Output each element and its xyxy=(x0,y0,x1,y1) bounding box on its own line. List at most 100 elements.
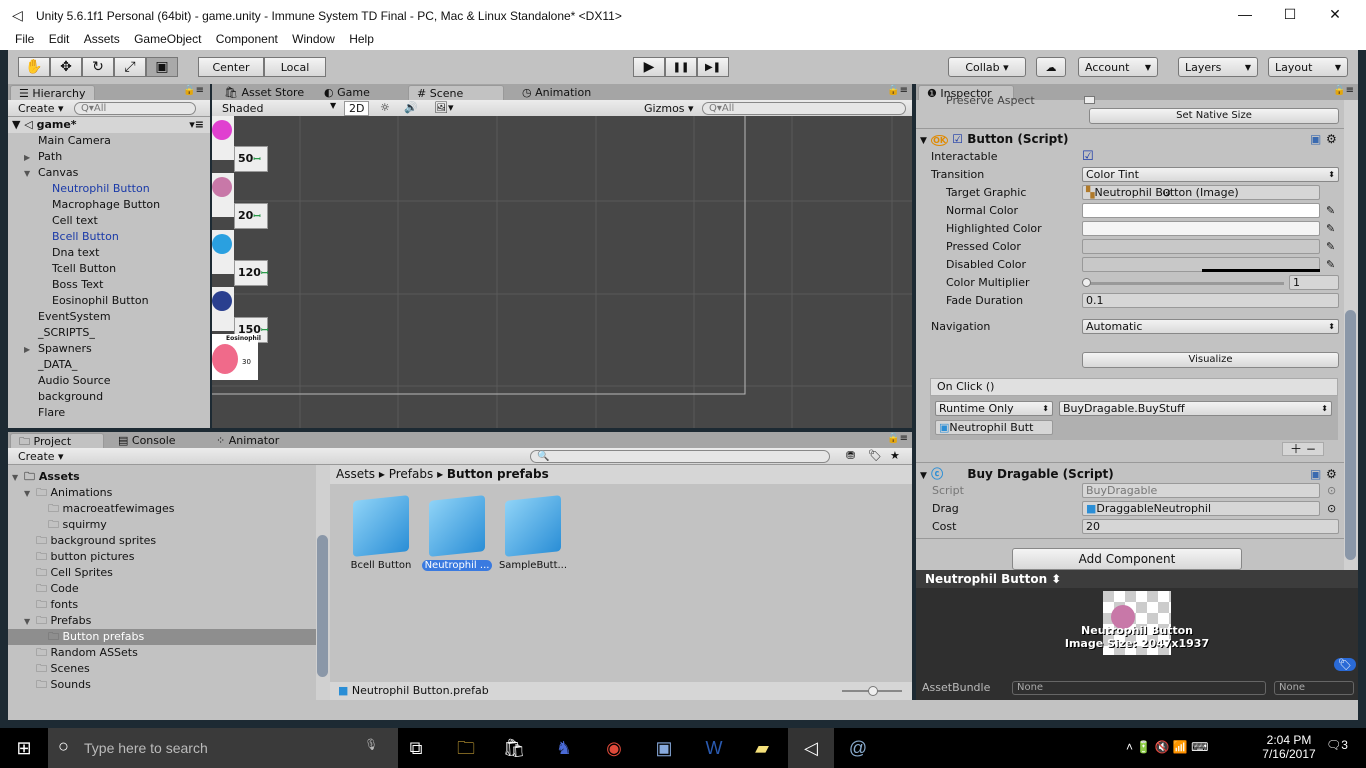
tab-console[interactable]: ▤ Console xyxy=(110,433,184,448)
menu-assets[interactable]: Assets xyxy=(84,32,120,46)
collab-dropdown[interactable]: Collab ▾ xyxy=(948,57,1026,77)
buy-dragable-component-header[interactable]: ▼ ⓒ Buy Dragable (Script) ▣ ⚙ xyxy=(916,465,1337,483)
eosinophil-button[interactable]: Eosinophil 30 xyxy=(212,334,261,380)
move-tool-icon[interactable]: ✥ xyxy=(50,57,82,77)
hierarchy-item[interactable]: ▶ Spawners xyxy=(8,341,210,357)
menu-component[interactable]: Component xyxy=(216,32,278,46)
tray-icons[interactable]: ˄ 🔋 🔇 📶 ⌨ xyxy=(1126,740,1209,754)
sticky-notes-icon[interactable]: ▰ xyxy=(748,736,776,760)
foldout-arrow-icon[interactable]: ▼ xyxy=(920,471,927,481)
project-folder[interactable]: 🗀 Sounds xyxy=(8,677,316,693)
tab-game[interactable]: ◐ Game xyxy=(316,85,378,100)
project-folder[interactable]: 🗀 Code xyxy=(8,581,316,597)
project-folder[interactable]: ▼ 🗀 Animations xyxy=(8,485,316,501)
breadcrumb-button-prefabs[interactable]: Button prefabs xyxy=(447,467,549,481)
hierarchy-item[interactable]: EventSystem xyxy=(8,309,210,325)
hierarchy-item[interactable]: Audio Source xyxy=(8,373,210,389)
lock-icon[interactable]: 🔒≡ xyxy=(887,433,908,444)
maximize-button[interactable]: ☐ xyxy=(1267,6,1313,23)
gizmos-dropdown[interactable]: Gizmos ▾ xyxy=(644,102,694,115)
project-folder[interactable]: ▼ 🗀 Assets xyxy=(8,469,316,485)
step-button[interactable]: ▶❚ xyxy=(697,57,729,77)
prefab-asset[interactable]: SampleButt... xyxy=(498,495,568,571)
runtime-dropdown[interactable]: Runtime Only xyxy=(935,401,1053,416)
filter-label-icon[interactable]: 🏷 xyxy=(868,449,882,462)
layers-dropdown[interactable]: Layers ▼ xyxy=(1178,57,1258,77)
set-native-size-button[interactable]: Set Native Size xyxy=(1089,108,1339,124)
windows-start-icon[interactable]: ⊞ xyxy=(10,736,38,760)
cloud-icon[interactable]: ☁ xyxy=(1036,57,1066,77)
clock[interactable]: 2:04 PM 7/16/2017 xyxy=(1258,733,1320,761)
create-dropdown[interactable]: Create ▾ xyxy=(18,450,64,463)
chrome-icon[interactable]: ◉ xyxy=(600,736,628,760)
navigation-dropdown[interactable]: Automatic xyxy=(1082,319,1339,334)
remove-event-button[interactable]: − xyxy=(1306,442,1316,456)
project-folder[interactable]: 🗀 Button prefabs xyxy=(8,629,316,645)
color-multiplier-slider[interactable] xyxy=(1086,282,1284,285)
highlighted-color-swatch[interactable] xyxy=(1082,221,1320,236)
foldout-arrow-icon[interactable]: ▼ xyxy=(24,614,36,630)
add-event-button[interactable]: ＋ xyxy=(1290,442,1302,456)
foldout-arrow-icon[interactable]: ▶ xyxy=(24,342,38,358)
project-tree-scrollbar[interactable] xyxy=(316,465,330,700)
tower-button[interactable] xyxy=(212,173,234,217)
cost-input[interactable]: 20 xyxy=(1082,519,1339,534)
microphone-icon[interactable]: 🎙 xyxy=(364,738,378,751)
word-icon[interactable]: W xyxy=(700,736,728,760)
project-folder[interactable]: 🗀 Cell Sprites xyxy=(8,565,316,581)
foldout-arrow-icon[interactable]: ▼ xyxy=(920,136,927,146)
hierarchy-item[interactable]: background xyxy=(8,389,210,405)
add-component-button[interactable]: Add Component xyxy=(1012,548,1242,570)
hierarchy-item[interactable]: Boss Text xyxy=(8,277,210,293)
shading-dropdown[interactable]: Shaded xyxy=(222,102,263,115)
prefab-asset[interactable]: Neutrophil ... xyxy=(422,495,492,571)
project-folder[interactable]: 🗀 squirmy xyxy=(8,517,316,533)
menu-window[interactable]: Window xyxy=(292,32,335,46)
audio-toggle-icon[interactable]: 🔊 xyxy=(404,101,418,114)
store-icon[interactable]: 🛍 xyxy=(500,736,528,760)
eyedropper-icon[interactable]: ✎ xyxy=(1326,256,1335,274)
close-button[interactable]: ✕ xyxy=(1312,6,1358,23)
visualize-button[interactable]: Visualize xyxy=(1082,352,1339,368)
label-tag-icon[interactable]: 🏷 xyxy=(1334,658,1356,671)
tab-animator[interactable]: ⁘ Animator xyxy=(208,433,287,448)
project-folder[interactable]: 🗀 background sprites xyxy=(8,533,316,549)
project-folder[interactable]: 🗀 Random ASSets xyxy=(8,645,316,661)
hierarchy-item[interactable]: Eosinophil Button xyxy=(8,293,210,309)
component-enabled-checkbox[interactable]: ☑ xyxy=(952,132,963,146)
project-search-input[interactable]: 🔍 xyxy=(530,450,830,463)
favorite-icon[interactable]: ★ xyxy=(890,449,900,462)
eyedropper-icon[interactable]: ✎ xyxy=(1326,238,1335,256)
button-component-header[interactable]: ▼ OK ☑ Button (Script) ▣ ⚙ xyxy=(916,130,1337,148)
hierarchy-item[interactable]: Cell text xyxy=(8,213,210,229)
eyedropper-icon[interactable]: ✎ xyxy=(1326,220,1335,238)
unity-taskbar-button[interactable]: ◁ xyxy=(788,728,834,768)
object-picker-icon[interactable]: ⊙ xyxy=(1162,184,1171,202)
target-object-field[interactable]: ▣Neutrophil Butt xyxy=(935,420,1053,435)
target-graphic-field[interactable]: ▚Neutrophil Button (Image) xyxy=(1082,185,1320,200)
file-explorer-icon[interactable]: 🗀 xyxy=(452,736,480,760)
scene-root[interactable]: ▼ ◁ game* ▾≡ xyxy=(8,117,210,133)
hierarchy-item[interactable]: Neutrophil Button xyxy=(8,181,210,197)
project-folder[interactable]: 🗀 macroeatfewimages xyxy=(8,501,316,517)
lighting-toggle-icon[interactable]: ☼ xyxy=(380,101,390,114)
interactable-checkbox[interactable]: ☑ xyxy=(1082,148,1094,166)
eyedropper-icon[interactable]: ✎ xyxy=(1326,202,1335,220)
tab-project[interactable]: 🗀 Project xyxy=(10,433,104,448)
hierarchy-item[interactable]: _SCRIPTS_ xyxy=(8,325,210,341)
pressed-color-swatch[interactable] xyxy=(1082,239,1320,254)
menu-file[interactable]: File xyxy=(15,32,34,46)
scene-search-input[interactable]: Q▾All xyxy=(702,102,906,115)
project-folder[interactable]: 🗀 Scenes xyxy=(8,661,316,677)
icon-size-slider[interactable] xyxy=(842,686,902,696)
hierarchy-item[interactable]: _DATA_ xyxy=(8,357,210,373)
object-picker-icon[interactable]: ⊙ xyxy=(1327,500,1336,518)
hierarchy-item[interactable]: ▼ Canvas xyxy=(8,165,210,181)
foldout-arrow-icon[interactable]: ▼ xyxy=(24,166,38,182)
play-button[interactable]: ▶ xyxy=(633,57,665,77)
taskbar-search-box[interactable]: ○ Type here to search 🎙 xyxy=(48,728,398,768)
project-folder[interactable]: 🗀 button pictures xyxy=(8,549,316,565)
tower-button[interactable] xyxy=(212,116,234,160)
tab-animation[interactable]: ◷ Animation xyxy=(514,85,599,100)
gear-icon[interactable]: ⚙ xyxy=(1326,465,1337,483)
